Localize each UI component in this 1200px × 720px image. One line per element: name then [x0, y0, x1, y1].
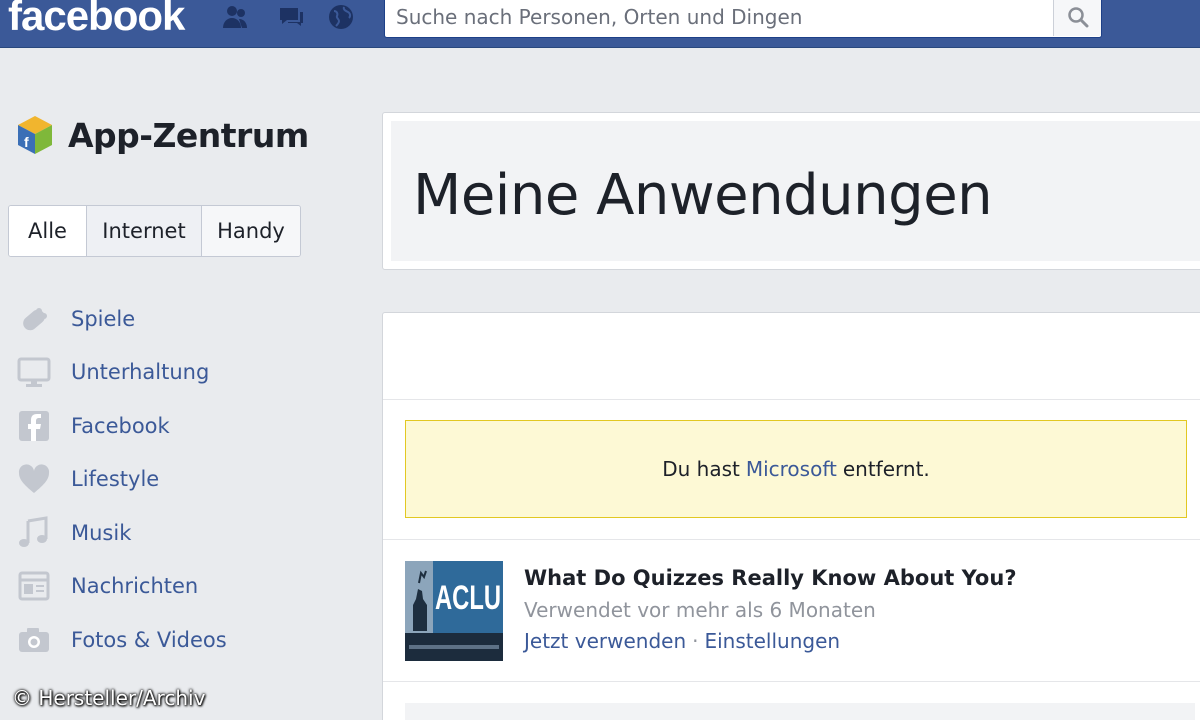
app-center-cube-icon: f	[18, 116, 52, 154]
page-header-card: Meine Anwendungen	[382, 112, 1200, 270]
category-label: Musik	[71, 520, 132, 545]
page-title: Meine Anwendungen	[413, 163, 993, 228]
app-name[interactable]: What Do Quizzes Really Know About You?	[524, 566, 1017, 590]
page-header-banner: Meine Anwendungen	[391, 121, 1200, 261]
monitor-icon	[14, 352, 54, 392]
category-list: Spiele Unterhaltung Facebook Lifestyle M…	[14, 292, 227, 667]
messages-icon[interactable]	[276, 2, 306, 32]
facebook-logo[interactable]: facebook	[8, 0, 185, 40]
removed-app-link[interactable]: Microsoft	[746, 457, 837, 481]
search-button[interactable]	[1053, 0, 1101, 36]
friends-icon[interactable]	[220, 2, 250, 32]
category-entertainment[interactable]: Unterhaltung	[14, 346, 227, 400]
search-icon	[1067, 7, 1088, 28]
category-photos-videos[interactable]: Fotos & Videos	[14, 613, 227, 667]
category-label: Facebook	[71, 413, 170, 438]
filter-internet-button[interactable]: Internet	[87, 206, 202, 256]
notifications-globe-icon[interactable]	[326, 2, 356, 32]
newspaper-icon	[14, 566, 54, 606]
app-center-title: App-Zentrum	[68, 115, 309, 155]
divider	[383, 399, 1200, 400]
settings-link[interactable]: Einstellungen	[704, 629, 840, 653]
use-now-link[interactable]: Jetzt verwenden	[524, 629, 686, 653]
removal-notice: Du hast Microsoft entfernt.	[405, 420, 1187, 518]
action-separator: ·	[692, 629, 699, 653]
category-label: Fotos & Videos	[71, 627, 227, 652]
search-input[interactable]	[385, 0, 1055, 36]
app-center-header: f App-Zentrum	[16, 114, 309, 156]
category-label: Unterhaltung	[71, 360, 210, 385]
app-actions: Jetzt verwenden · Einstellungen	[524, 629, 840, 653]
apps-panel: Du hast Microsoft entfernt. ACLU What Do…	[382, 312, 1200, 720]
filter-mobile-button[interactable]: Handy	[202, 206, 300, 256]
category-news[interactable]: Nachrichten	[14, 560, 227, 614]
divider	[383, 681, 1200, 682]
category-label: Nachrichten	[71, 574, 199, 599]
platform-filter: Alle Internet Handy	[8, 205, 301, 257]
filter-all-button[interactable]: Alle	[9, 206, 87, 256]
notice-prefix: Du hast	[662, 457, 740, 481]
top-navigation-bar: facebook	[0, 0, 1200, 48]
app-last-used: Verwendet vor mehr als 6 Monaten	[524, 598, 876, 622]
heart-icon	[14, 459, 54, 499]
app-logo-aclu[interactable]: ACLU	[405, 561, 503, 661]
category-lifestyle[interactable]: Lifestyle	[14, 453, 227, 507]
app-list-item-partial	[405, 703, 1195, 720]
app-logo-text: ACLU	[435, 579, 501, 617]
category-facebook[interactable]: Facebook	[14, 399, 227, 453]
app-list-item: ACLU What Do Quizzes Really Know About Y…	[405, 561, 1195, 661]
category-label: Spiele	[71, 306, 136, 331]
copyright-watermark: © Hersteller/Archiv	[12, 686, 206, 710]
music-note-icon	[14, 513, 54, 553]
search-bar	[384, 0, 1102, 38]
svg-text:f: f	[24, 134, 29, 150]
notice-suffix: entfernt.	[842, 457, 930, 481]
facebook-icon	[14, 406, 54, 446]
gamepad-icon	[14, 299, 54, 339]
category-games[interactable]: Spiele	[14, 292, 227, 346]
camera-icon	[14, 620, 54, 660]
category-label: Lifestyle	[71, 467, 160, 492]
category-music[interactable]: Musik	[14, 506, 227, 560]
divider	[383, 539, 1200, 540]
